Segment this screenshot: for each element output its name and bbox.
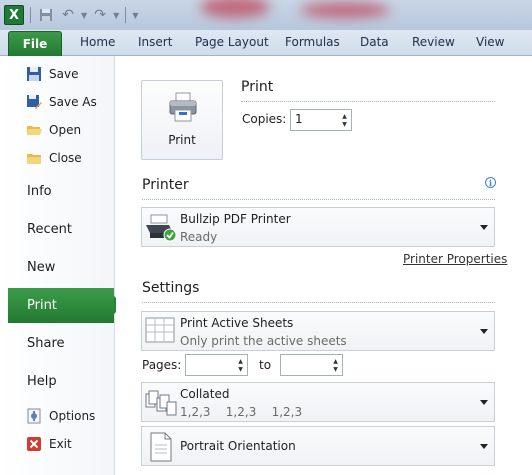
redo-icon[interactable]: ↷ — [91, 6, 109, 24]
printer-ready-icon — [146, 214, 177, 242]
pages-to-label: to — [259, 358, 272, 372]
print-button[interactable]: Print — [141, 80, 223, 160]
print-scope-title: Print Active Sheets — [180, 316, 294, 330]
chevron-down-icon — [480, 329, 488, 334]
save-as-icon — [27, 95, 42, 109]
print-scope-select[interactable]: Print Active Sheets Only print the activ… — [141, 311, 495, 351]
save-label: Save — [49, 67, 79, 81]
options-command[interactable]: Options — [26, 406, 95, 426]
exit-icon — [27, 437, 41, 451]
quick-access-toolbar: X ↶ ▼ ↷ ▼ ▼ — [4, 5, 138, 25]
copies-label: Copies: — [242, 112, 287, 126]
printer-icon — [169, 92, 197, 122]
collated-icon — [145, 390, 177, 416]
copies-stepper[interactable]: 1 ▲ ▼ — [290, 109, 352, 131]
qat-separator — [125, 7, 127, 23]
orientation-select[interactable]: Portrait Orientation — [141, 426, 495, 466]
orientation-title: Portrait Orientation — [180, 439, 296, 453]
tab-data[interactable]: Data — [360, 35, 389, 49]
print-heading: Print — [241, 79, 274, 95]
active-sheets-icon — [145, 317, 175, 343]
tab-review[interactable]: Review — [412, 35, 455, 49]
nav-tab-print[interactable]: Print — [8, 288, 123, 323]
tab-insert[interactable]: Insert — [138, 35, 172, 49]
exit-command[interactable]: Exit — [26, 434, 72, 454]
save-icon — [27, 67, 41, 81]
print-button-label: Print — [168, 133, 196, 147]
title-bar: X ↶ ▼ ↷ ▼ ▼ — [0, 0, 532, 30]
settings-heading: Settings — [142, 280, 200, 296]
undo-dropdown-icon[interactable]: ▼ — [81, 11, 87, 20]
ribbon-tab-row: File Home Insert Page Layout Formulas Da… — [0, 30, 532, 56]
options-icon — [27, 408, 41, 424]
printer-heading: Printer — [142, 177, 189, 193]
excel-app-icon[interactable]: X — [4, 5, 24, 25]
pages-from-up-icon[interactable]: ▲ — [236, 358, 245, 365]
options-label: Options — [49, 409, 96, 423]
portrait-page-icon — [150, 432, 172, 462]
info-icon[interactable]: i — [485, 177, 496, 188]
divider — [142, 302, 495, 303]
tab-page-layout[interactable]: Page Layout — [195, 35, 269, 49]
nav-tab-print-label: Print — [27, 298, 57, 313]
customize-qat-icon[interactable]: ▼ — [132, 11, 138, 20]
pages-from-down-icon[interactable]: ▼ — [236, 366, 245, 373]
print-scope-desc: Only print the active sheets — [180, 334, 347, 348]
printer-select[interactable]: Bullzip PDF Printer Ready — [141, 207, 495, 247]
save-command[interactable]: Save — [26, 64, 78, 84]
qat-save-icon[interactable] — [37, 6, 55, 24]
printer-status: Ready — [180, 230, 218, 244]
pages-from-stepper[interactable]: ▲ ▼ — [185, 354, 248, 376]
tab-home[interactable]: Home — [80, 35, 115, 49]
tab-file[interactable]: File — [8, 31, 62, 56]
nav-tab-recent[interactable]: Recent — [27, 222, 72, 237]
pages-to-stepper[interactable]: ▲ ▼ — [280, 354, 343, 376]
collation-title: Collated — [180, 387, 230, 401]
tab-formulas[interactable]: Formulas — [285, 35, 340, 49]
close-label: Close — [49, 151, 82, 165]
copies-down-icon[interactable]: ▼ — [340, 121, 349, 128]
chevron-down-icon — [480, 444, 488, 449]
chevron-down-icon — [480, 225, 488, 230]
redo-dropdown-icon[interactable]: ▼ — [113, 11, 119, 20]
divider — [241, 101, 495, 102]
open-label: Open — [49, 123, 82, 137]
exit-label: Exit — [49, 437, 72, 451]
open-folder-icon — [27, 126, 42, 135]
nav-tab-new[interactable]: New — [27, 260, 55, 275]
nav-tab-share[interactable]: Share — [27, 336, 65, 351]
close-command[interactable]: Close — [26, 148, 82, 168]
pages-to-down-icon[interactable]: ▼ — [331, 366, 340, 373]
printer-name: Bullzip PDF Printer — [180, 212, 291, 226]
printer-properties-link[interactable]: Printer Properties — [403, 252, 507, 266]
nav-tab-info[interactable]: Info — [27, 184, 52, 199]
save-as-label: Save As — [49, 95, 97, 109]
save-as-command[interactable]: Save As — [26, 92, 97, 112]
nav-tab-help[interactable]: Help — [27, 374, 57, 389]
pages-to-up-icon[interactable]: ▲ — [331, 358, 340, 365]
copies-up-icon[interactable]: ▲ — [340, 113, 349, 120]
copies-value: 1 — [295, 112, 303, 126]
close-folder-icon — [27, 154, 41, 164]
pages-label: Pages: — [142, 358, 182, 372]
open-command[interactable]: Open — [26, 120, 81, 140]
collation-desc: 1,2,3 1,2,3 1,2,3 — [180, 405, 303, 419]
chevron-down-icon — [480, 400, 488, 405]
undo-icon[interactable]: ↶ — [59, 6, 77, 24]
divider — [142, 199, 495, 200]
qat-separator — [30, 7, 31, 23]
collation-select[interactable]: Collated 1,2,3 1,2,3 1,2,3 — [141, 382, 495, 422]
tab-view[interactable]: View — [476, 35, 504, 49]
